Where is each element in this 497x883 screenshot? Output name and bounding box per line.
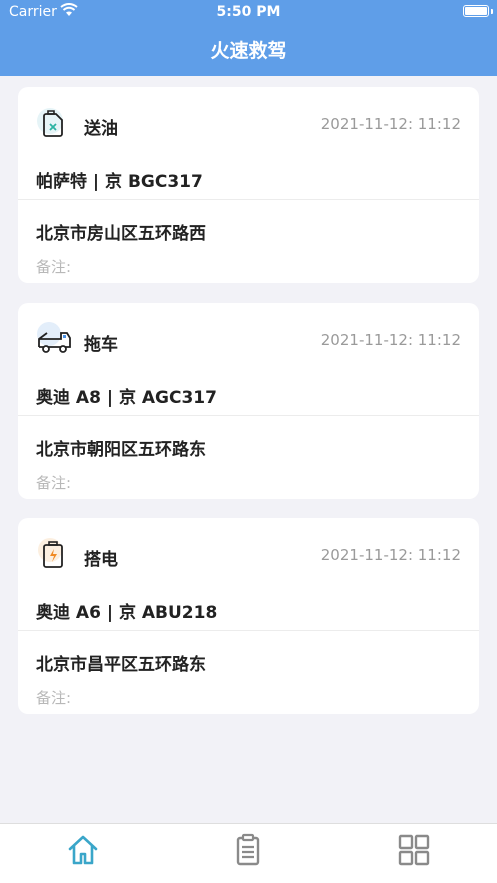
- home-icon[interactable]: [65, 832, 101, 868]
- address: 北京市房山区五环路西: [36, 224, 206, 244]
- service-name: 拖车: [84, 335, 118, 355]
- service-name: 送油: [84, 119, 118, 139]
- vehicle-info: 奥迪 A6 | 京 ABU218: [36, 603, 218, 623]
- status-bar: Carrier 5:50 PM: [0, 0, 497, 26]
- order-time: 2021-11-12: 11:12: [320, 331, 461, 349]
- remark-label: 备注:: [36, 474, 72, 492]
- order-card[interactable]: 搭电 2021-11-12: 11:12 奥迪 A6 | 京 ABU218 北京…: [18, 518, 479, 714]
- grid-icon[interactable]: [396, 832, 432, 868]
- status-time: 5:50 PM: [216, 4, 281, 20]
- app-header: Carrier 5:50 PM 火速救驾: [0, 0, 497, 76]
- tow-truck-icon: [37, 322, 71, 353]
- order-card[interactable]: 送油 2021-11-12: 11:12 帕萨特 | 京 BGC317 北京市房…: [18, 87, 479, 283]
- tab-bar: [0, 823, 497, 883]
- remark-label: 备注:: [36, 258, 72, 276]
- battery-icon: [463, 5, 489, 17]
- battery-charge-icon: [38, 538, 63, 568]
- vehicle-info: 奥迪 A8 | 京 AGC317: [36, 388, 217, 408]
- fuel-can-icon: [37, 108, 63, 137]
- service-name: 搭电: [84, 550, 118, 570]
- clipboard-icon[interactable]: [230, 832, 266, 868]
- order-time: 2021-11-12: 11:12: [320, 546, 461, 564]
- remark-label: 备注:: [36, 689, 72, 707]
- order-card[interactable]: 拖车 2021-11-12: 11:12 奥迪 A8 | 京 AGC317 北京…: [18, 303, 479, 499]
- address: 北京市朝阳区五环路东: [36, 440, 206, 460]
- page-title: 火速救驾: [210, 40, 287, 62]
- order-time: 2021-11-12: 11:12: [320, 115, 461, 133]
- address: 北京市昌平区五环路东: [36, 655, 206, 675]
- vehicle-info: 帕萨特 | 京 BGC317: [36, 172, 203, 192]
